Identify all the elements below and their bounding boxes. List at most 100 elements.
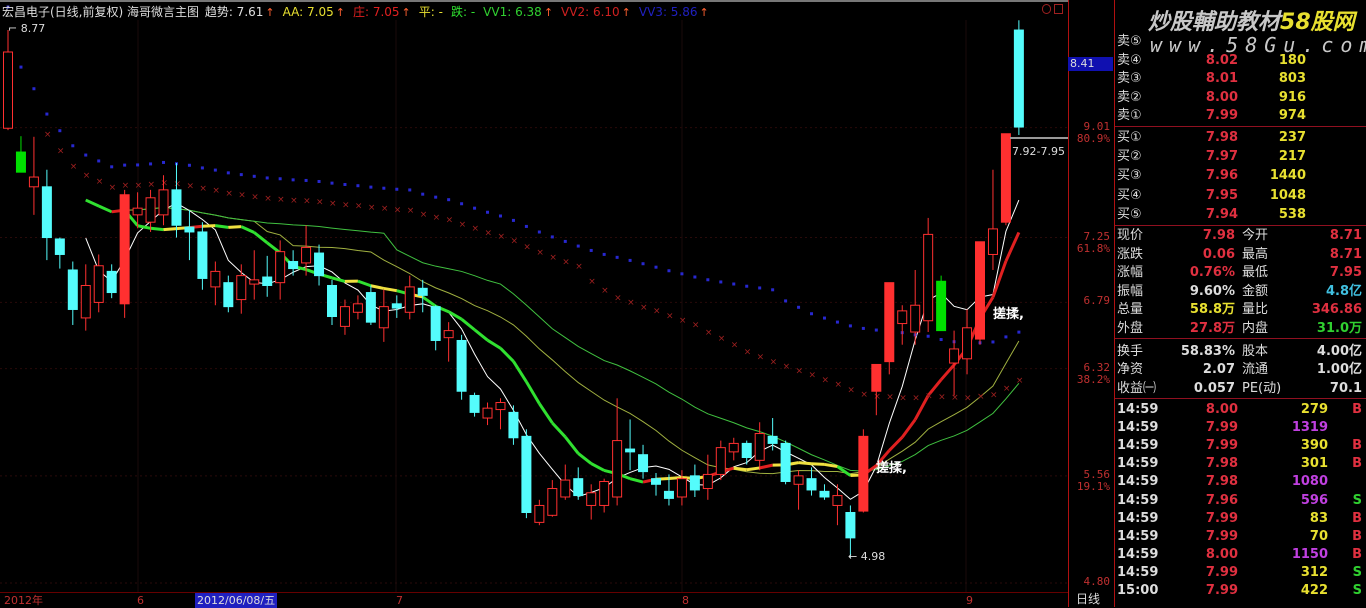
candle xyxy=(1014,20,1023,135)
candle-body xyxy=(289,262,298,269)
stop-marker: × xyxy=(1016,376,1024,386)
tick-percent: 38.2% xyxy=(1068,374,1110,386)
tick-flag: B xyxy=(1352,527,1362,546)
ma10-segment xyxy=(889,437,902,450)
ma10-segment xyxy=(488,340,501,348)
ma60-dot xyxy=(19,66,22,69)
stop-marker: × xyxy=(109,183,117,193)
indicator-value: 平: - xyxy=(419,5,443,19)
candle xyxy=(250,250,259,299)
candle xyxy=(716,441,725,480)
ma60-dot xyxy=(395,188,398,191)
fundamental-value: 70.1 xyxy=(1330,379,1362,398)
stop-marker: × xyxy=(225,189,233,199)
ma60-dot xyxy=(927,335,930,338)
maximize-button[interactable] xyxy=(1054,4,1063,14)
stop-marker: × xyxy=(834,380,842,390)
watermark: 炒股輔助教材58股网 xyxy=(1148,4,1355,36)
stop-marker: × xyxy=(251,192,259,202)
tick-time: 15:00 xyxy=(1117,581,1158,600)
ma60-dot xyxy=(784,299,787,302)
candle xyxy=(729,438,738,461)
candle xyxy=(561,465,570,500)
candle xyxy=(328,280,337,325)
stop-marker: × xyxy=(57,147,65,157)
stop-marker: × xyxy=(640,303,648,313)
candle xyxy=(340,300,349,335)
ma60-dot xyxy=(577,245,580,248)
ma10-segment xyxy=(902,420,915,438)
ma60-dot xyxy=(655,266,658,269)
candle xyxy=(626,419,635,470)
ma60-dot xyxy=(836,321,839,324)
quote-label: 总量 xyxy=(1117,300,1143,319)
ma10-segment xyxy=(384,288,397,290)
ask-label: 卖② xyxy=(1117,88,1142,107)
candle xyxy=(224,276,233,313)
candle xyxy=(859,429,868,512)
candle-body xyxy=(328,285,337,316)
ma60-dot xyxy=(58,129,61,132)
bid-row: 买③7.961440 xyxy=(1115,166,1366,185)
candle-body xyxy=(276,252,285,283)
divider xyxy=(1115,126,1366,127)
stop-marker: × xyxy=(666,311,674,321)
tick-flag: S xyxy=(1353,563,1362,582)
bid-price: 7.98 xyxy=(1206,128,1238,147)
stop-marker: × xyxy=(821,375,829,385)
tick-price: 7.99 xyxy=(1206,581,1238,600)
date-axis: 2012年 6 2012/06/08/五 7 8 9 xyxy=(0,592,1068,607)
bid-row: 买⑤7.94538 xyxy=(1115,205,1366,224)
tick-price: 7.99 xyxy=(1206,418,1238,437)
quote-row: 外盘27.8万内盘31.0万 xyxy=(1115,319,1366,338)
candle xyxy=(405,276,414,320)
ma10-segment xyxy=(151,228,164,229)
ma10-segment xyxy=(215,226,228,228)
tick-row: 14:597.96596S xyxy=(1115,491,1366,510)
stop-marker: × xyxy=(938,392,946,402)
candle-body xyxy=(600,481,609,505)
ma10-segment xyxy=(332,278,345,282)
ma60-dot xyxy=(110,165,113,168)
candle-body xyxy=(885,283,894,362)
candle xyxy=(81,264,90,330)
candle-body xyxy=(146,198,155,222)
restore-button[interactable] xyxy=(1042,4,1051,14)
rub-signal-2: 搓揉, xyxy=(993,303,1024,322)
ma10-segment xyxy=(371,286,384,289)
tick-time: 14:59 xyxy=(1117,472,1158,491)
ma60-dot xyxy=(486,211,489,214)
ma60-dot xyxy=(97,159,100,162)
quote-value: 7.95 xyxy=(1330,263,1362,282)
indicator-value: VV3: 5.86 xyxy=(639,5,698,19)
quote-label: 金额 xyxy=(1242,282,1268,301)
candle-body xyxy=(950,349,959,363)
stop-marker: × xyxy=(497,232,505,242)
quote-value: 7.98 xyxy=(1203,226,1235,245)
kline-chart[interactable]: ××××××××××××××××××××××××××××××××××××××××… xyxy=(0,0,1068,592)
ma60-dot xyxy=(875,329,878,332)
ma10-segment xyxy=(824,464,837,466)
tick-volume: 312 xyxy=(1301,563,1328,582)
ma60-dot xyxy=(460,202,463,205)
fundamental-row: 换手58.83%股本4.00亿 xyxy=(1115,342,1366,361)
ask-price: 8.01 xyxy=(1206,69,1238,88)
tick-time: 14:59 xyxy=(1117,545,1158,564)
period-label[interactable]: 日线 xyxy=(1076,592,1100,607)
candle-body xyxy=(107,271,116,292)
tick-time: 14:59 xyxy=(1117,436,1158,455)
ma60-dot xyxy=(745,285,748,288)
candle-body xyxy=(768,436,777,443)
quote-panel: 卖⑤卖④8.02180卖③8.01803卖②8.00916卖①7.99974买①… xyxy=(1115,0,1366,607)
candle xyxy=(483,403,492,426)
tick-row: 14:597.991319 xyxy=(1115,418,1366,437)
ma60-dot xyxy=(201,166,204,169)
candle xyxy=(211,262,220,306)
fundamental-value: 1.00亿 xyxy=(1317,360,1362,379)
candle-body xyxy=(820,491,829,497)
low-annotation: ← 4.98 xyxy=(848,550,885,563)
candle-body xyxy=(81,285,90,317)
candle-body xyxy=(392,304,401,308)
candle xyxy=(509,405,518,444)
date-selected: 2012/06/08/五 xyxy=(195,593,277,608)
